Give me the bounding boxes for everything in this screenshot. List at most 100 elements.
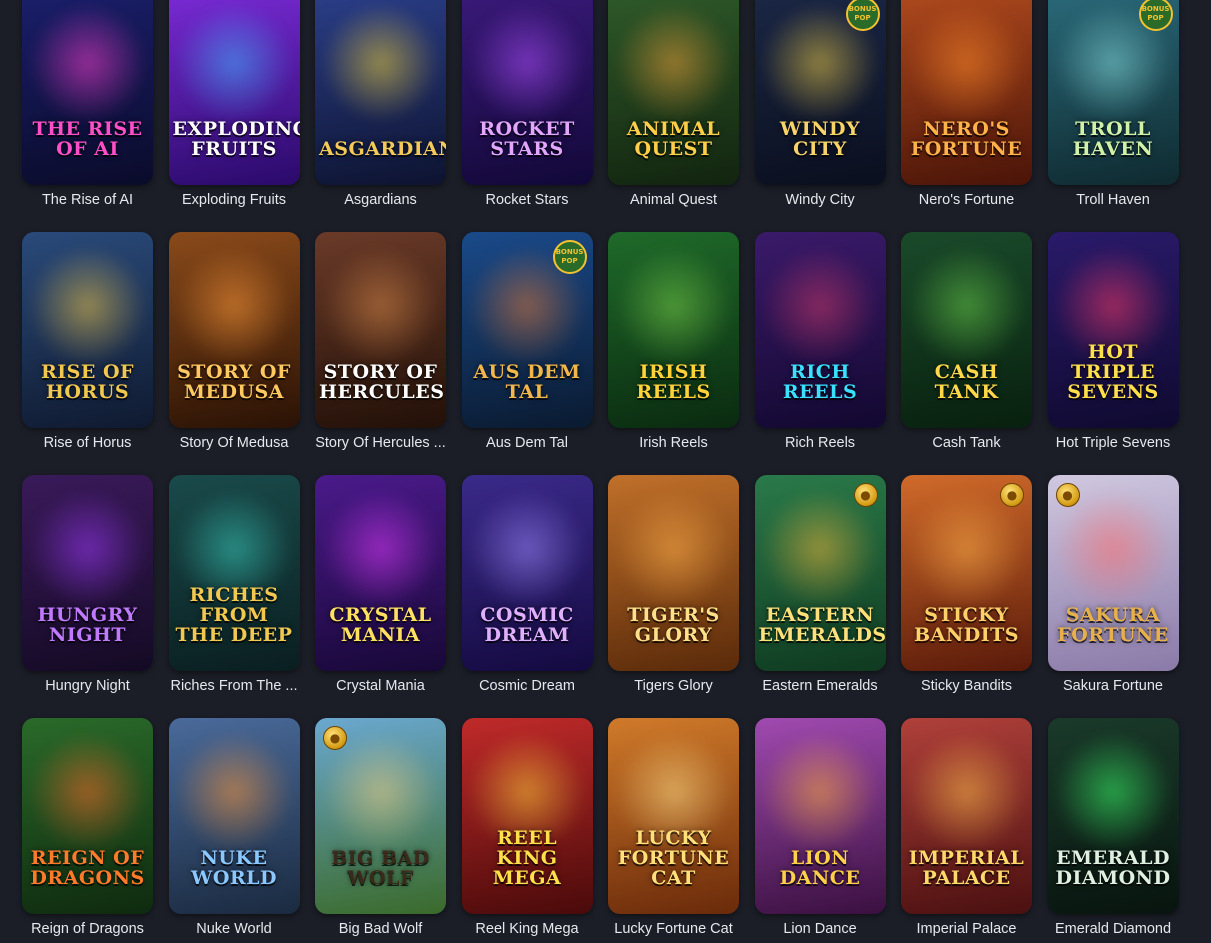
game-title[interactable]: Lucky Fortune Cat <box>602 920 745 938</box>
game-thumbnail[interactable]: Animal Quest <box>608 0 739 185</box>
game-logo-text: Rise of Horus <box>40 361 135 403</box>
game-tile[interactable]: Eastern Emeralds ● Eastern Emeralds <box>754 475 886 694</box>
game-thumbnail[interactable]: Rich Reels <box>754 232 886 428</box>
game-logo-text: Eastern Emeralds <box>758 604 886 646</box>
game-tile[interactable]: Rise of Horus Rise of Horus <box>22 232 153 451</box>
game-title[interactable]: Crystal Mania <box>309 677 452 695</box>
game-tile[interactable]: Hungry Night Hungry Night <box>22 475 153 694</box>
game-title[interactable]: Eastern Emeralds <box>749 677 892 695</box>
game-title[interactable]: Reign of Dragons <box>16 920 159 938</box>
game-tile[interactable]: Reign of Dragons Reign of Dragons <box>22 718 153 937</box>
game-thumbnail[interactable]: Troll Haven BONUS POP <box>1047 0 1179 185</box>
game-thumbnail[interactable]: Nero's Fortune <box>901 0 1032 185</box>
game-thumbnail[interactable]: Asgardians <box>315 0 446 185</box>
game-title[interactable]: Rich Reels <box>749 434 892 452</box>
game-title[interactable]: Animal Quest <box>602 191 745 209</box>
game-title[interactable]: Asgardians <box>309 191 452 209</box>
game-title[interactable]: Aus Dem Tal <box>456 434 599 452</box>
game-tile[interactable]: Sakura Fortune ● Sakura Fortune <box>1047 475 1179 694</box>
game-thumbnail[interactable]: Reel King Mega <box>461 718 593 914</box>
game-title[interactable]: Riches From The ... <box>163 677 306 695</box>
game-thumbnail[interactable]: Tiger's Glory <box>608 475 739 671</box>
game-thumbnail[interactable]: Rocket Stars <box>461 0 593 185</box>
game-thumbnail[interactable]: Crystal Mania <box>315 475 446 671</box>
game-tile[interactable]: Crystal Mania Crystal Mania <box>315 475 446 694</box>
game-title[interactable]: Nuke World <box>163 920 306 938</box>
game-title[interactable]: The Rise of AI <box>16 191 159 209</box>
game-thumbnail[interactable]: Aus Dem Tal BONUS POP <box>461 232 593 428</box>
game-thumbnail[interactable]: Story of Hercules <box>315 232 446 428</box>
game-thumbnail[interactable]: Irish Reels <box>608 232 739 428</box>
game-title[interactable]: Story Of Medusa <box>163 434 306 452</box>
game-tile[interactable]: Nero's Fortune Nero's Fortune <box>901 0 1032 208</box>
game-tile[interactable]: Tiger's Glory Tigers Glory <box>608 475 739 694</box>
game-tile[interactable]: AsgardiansAsgardians <box>315 0 446 208</box>
game-tile[interactable]: Reel King Mega Reel King Mega <box>461 718 593 937</box>
game-thumbnail[interactable]: Imperial Palace <box>901 718 1032 914</box>
game-tile[interactable]: Aus Dem Tal BONUS POP Aus Dem Tal <box>461 232 593 451</box>
game-tile[interactable]: Sticky Bandits ● Sticky Bandits <box>901 475 1032 694</box>
thumbnail-artwork <box>320 246 441 367</box>
game-thumbnail[interactable]: Hot Triple Sevens <box>1047 232 1179 428</box>
game-tile[interactable]: Rich Reels Rich Reels <box>754 232 886 451</box>
game-title[interactable]: Lion Dance <box>749 920 892 938</box>
game-thumbnail[interactable]: Emerald Diamond <box>1047 718 1179 914</box>
game-thumbnail[interactable]: Eastern Emeralds ● <box>754 475 886 671</box>
game-title[interactable]: Emerald Diamond <box>1042 920 1185 938</box>
game-tile[interactable]: Emerald Diamond Emerald Diamond <box>1047 718 1179 937</box>
game-title[interactable]: Hungry Night <box>16 677 159 695</box>
game-thumbnail[interactable]: Cash Tank <box>901 232 1032 428</box>
game-thumbnail[interactable]: Story of Medusa <box>168 232 300 428</box>
game-thumbnail[interactable]: The Rise of AI <box>22 0 153 185</box>
game-tile[interactable]: Cosmic Dream Cosmic Dream <box>461 475 593 694</box>
game-tile[interactable]: Irish Reels Irish Reels <box>608 232 739 451</box>
game-title[interactable]: Hot Triple Sevens <box>1042 434 1185 452</box>
game-tile[interactable]: Lucky Fortune Cat Lucky Fortune Cat <box>608 718 739 937</box>
game-tile[interactable]: Imperial Palace Imperial Palace <box>901 718 1032 937</box>
game-thumbnail[interactable]: Windy City BONUS POP <box>754 0 886 185</box>
game-tile[interactable]: The Rise of AI The Rise of AI <box>22 0 153 208</box>
game-tile[interactable]: Troll Haven BONUS POP Troll Haven <box>1047 0 1179 208</box>
game-tile[interactable]: Riches from the Deep Riches From The ... <box>168 475 300 694</box>
game-tile[interactable]: Exploding Fruits Exploding Fruits <box>168 0 300 208</box>
game-thumbnail[interactable]: Lucky Fortune Cat <box>608 718 739 914</box>
game-title[interactable]: Nero's Fortune <box>895 191 1038 209</box>
game-thumbnail[interactable]: Big Bad Wolf ● <box>315 718 446 914</box>
game-title[interactable]: Troll Haven <box>1042 191 1185 209</box>
game-logo-text: Riches from the Deep <box>175 584 293 646</box>
game-title[interactable]: Irish Reels <box>602 434 745 452</box>
game-thumbnail[interactable]: Reign of Dragons <box>22 718 153 914</box>
game-title[interactable]: Cosmic Dream <box>456 677 599 695</box>
game-title[interactable]: Sticky Bandits <box>895 677 1038 695</box>
game-tile[interactable]: Hot Triple Sevens Hot Triple Sevens <box>1047 232 1179 451</box>
game-tile[interactable]: Big Bad Wolf ● Big Bad Wolf <box>315 718 446 937</box>
game-thumbnail[interactable]: Exploding Fruits <box>168 0 300 185</box>
game-thumbnail[interactable]: Cosmic Dream <box>461 475 593 671</box>
game-title[interactable]: Rise of Horus <box>16 434 159 452</box>
game-title[interactable]: Tigers Glory <box>602 677 745 695</box>
game-title[interactable]: Cash Tank <box>895 434 1038 452</box>
game-tile[interactable]: Rocket Stars Rocket Stars <box>461 0 593 208</box>
game-thumbnail[interactable]: Sticky Bandits ● <box>901 475 1032 671</box>
game-tile[interactable]: Windy City BONUS POP Windy City <box>754 0 886 208</box>
game-title[interactable]: Rocket Stars <box>456 191 599 209</box>
game-thumbnail[interactable]: Nuke World <box>168 718 300 914</box>
game-tile[interactable]: Cash Tank Cash Tank <box>901 232 1032 451</box>
game-title[interactable]: Imperial Palace <box>895 920 1038 938</box>
game-title[interactable]: Story Of Hercules ... <box>309 434 452 452</box>
game-tile[interactable]: Nuke World Nuke World <box>168 718 300 937</box>
game-title[interactable]: Reel King Mega <box>456 920 599 938</box>
game-title[interactable]: Sakura Fortune <box>1042 677 1185 695</box>
game-title[interactable]: Windy City <box>749 191 892 209</box>
game-thumbnail[interactable]: Rise of Horus <box>22 232 153 428</box>
game-tile[interactable]: Story of Hercules Story Of Hercules ... <box>315 232 446 451</box>
game-thumbnail[interactable]: Riches from the Deep <box>168 475 300 671</box>
game-title[interactable]: Exploding Fruits <box>163 191 306 209</box>
game-title[interactable]: Big Bad Wolf <box>309 920 452 938</box>
game-thumbnail[interactable]: Lion Dance <box>754 718 886 914</box>
game-tile[interactable]: Lion Dance Lion Dance <box>754 718 886 937</box>
game-thumbnail[interactable]: Hungry Night <box>22 475 153 671</box>
game-tile[interactable]: Story of Medusa Story Of Medusa <box>168 232 300 451</box>
game-tile[interactable]: Animal Quest Animal Quest <box>608 0 739 208</box>
game-thumbnail[interactable]: Sakura Fortune ● <box>1047 475 1179 671</box>
